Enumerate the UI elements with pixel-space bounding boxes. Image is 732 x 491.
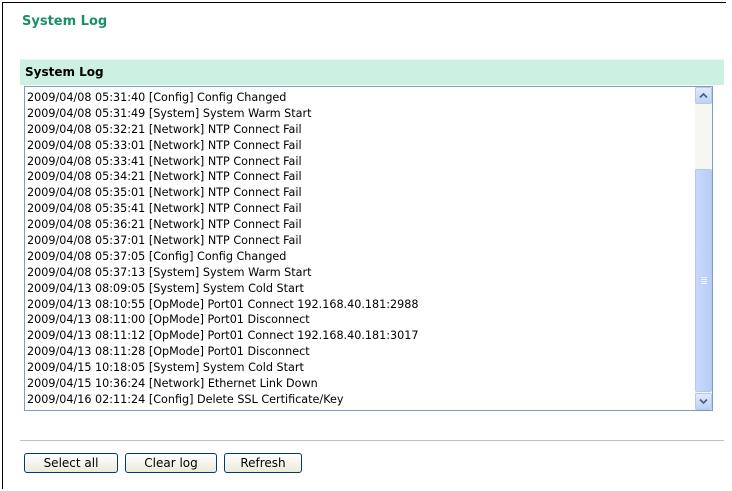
section-header: System Log: [20, 59, 724, 85]
log-line: 2009/04/08 05:33:01 [Network] NTP Connec…: [27, 138, 302, 152]
vertical-scrollbar[interactable]: [695, 87, 712, 410]
log-lines: 2009/04/08 05:31:40 [Config] Config Chan…: [27, 90, 692, 408]
divider: [20, 440, 724, 441]
log-line: 2009/04/15 10:36:24 [Network] Ethernet L…: [27, 377, 318, 391]
clear-log-button[interactable]: Clear log: [125, 453, 217, 473]
refresh-button[interactable]: Refresh: [224, 453, 302, 473]
chevron-up-icon: [699, 92, 708, 99]
log-line: 2009/04/08 05:36:21 [Network] NTP Connec…: [27, 218, 302, 232]
log-line: 2009/04/08 05:34:21 [Network] NTP Connec…: [27, 170, 302, 184]
scroll-down-button[interactable]: [695, 393, 712, 410]
log-line: 2009/04/16 02:11:24 [Config] Delete SSL …: [27, 392, 344, 406]
log-line: 2009/04/15 10:18:05 [System] System Cold…: [27, 361, 304, 375]
log-line: 2009/04/08 05:35:41 [Network] NTP Connec…: [27, 202, 302, 216]
system-log-textarea[interactable]: 2009/04/08 05:31:40 [Config] Config Chan…: [24, 86, 713, 411]
log-line: 2009/04/08 05:31:40 [Config] Config Chan…: [27, 91, 287, 104]
log-line: 2009/04/13 08:09:05 [System] System Cold…: [27, 281, 304, 295]
log-line: 2009/04/13 08:11:00 [OpMode] Port01 Disc…: [27, 313, 310, 327]
select-all-button[interactable]: Select all: [24, 453, 118, 473]
grip-icon: [701, 277, 707, 285]
log-line: 2009/04/08 05:37:13 [System] System Warm…: [27, 265, 312, 279]
log-line: 2009/04/13 08:10:55 [OpMode] Port01 Conn…: [27, 297, 419, 311]
log-line: 2009/04/08 05:37:01 [Network] NTP Connec…: [27, 234, 302, 248]
scroll-up-button[interactable]: [695, 87, 712, 104]
section-header-label: System Log: [25, 65, 104, 79]
log-line: 2009/04/08 05:33:41 [Network] NTP Connec…: [27, 154, 302, 168]
log-line: 2009/04/08 05:37:05 [Config] Config Chan…: [27, 249, 287, 263]
log-line: 2009/04/08 05:35:01 [Network] NTP Connec…: [27, 186, 302, 200]
page-title: System Log: [22, 14, 108, 29]
log-line: 2009/04/08 05:32:21 [Network] NTP Connec…: [27, 122, 302, 136]
chevron-down-icon: [699, 398, 708, 405]
log-line: 2009/04/13 08:11:28 [OpMode] Port01 Disc…: [27, 345, 310, 359]
scroll-thumb[interactable]: [695, 169, 712, 392]
log-line: 2009/04/13 08:11:12 [OpMode] Port01 Conn…: [27, 329, 419, 343]
log-line: 2009/04/08 05:31:49 [System] System Warm…: [27, 106, 312, 120]
